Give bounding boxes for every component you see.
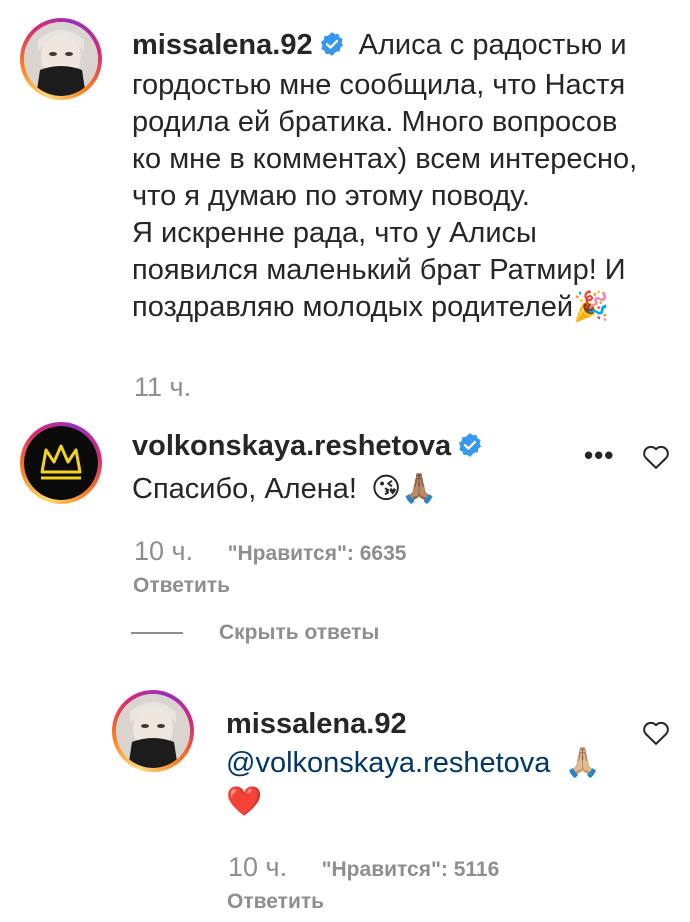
caption-line: появился маленький брат Ратмир! И xyxy=(132,254,626,286)
reply-heart-line: ❤️ xyxy=(226,784,626,821)
caption-line: Я искренне рада, что у Алисы xyxy=(132,217,537,249)
reply-emojis: 🙏🏼 xyxy=(564,747,601,779)
caption-line: поздравляю молодых родителей xyxy=(132,291,574,323)
post-caption: missalena.92 Алиса с радостью и гордость… xyxy=(132,27,672,326)
like-heart-icon[interactable] xyxy=(641,442,671,470)
hide-replies-divider xyxy=(131,632,183,634)
verified-badge-icon xyxy=(319,30,345,67)
reply-likes[interactable]: "Нравится": 5116 xyxy=(322,858,500,881)
reply-mention-link[interactable]: @volkonskaya.reshetova xyxy=(226,747,550,779)
caption-line: что я думаю по этому поводу. xyxy=(132,180,530,212)
comment: volkonskaya.reshetova Спасибо, Алена! 😘🙏… xyxy=(132,428,572,508)
crown-logo-icon xyxy=(24,426,98,500)
avatar-photo xyxy=(116,694,190,768)
more-options-icon[interactable]: ••• xyxy=(584,440,614,471)
reply-header: missalena.92 xyxy=(226,706,626,743)
red-heart-emoji: ❤️ xyxy=(226,786,263,818)
caption-username[interactable]: missalena.92 xyxy=(132,29,313,61)
reply: missalena.92 @volkonskaya.reshetova 🙏🏼 ❤… xyxy=(226,706,626,821)
caption-timestamp[interactable]: 11 ч. xyxy=(134,372,191,403)
reply-body: @volkonskaya.reshetova 🙏🏼 xyxy=(226,745,626,782)
comment-username[interactable]: volkonskaya.reshetova xyxy=(132,430,451,462)
comment-meta: 10 ч. "Нравится": 6635 xyxy=(134,536,406,567)
reply-meta: 10 ч. "Нравится": 5116 xyxy=(228,852,499,883)
verified-badge-icon xyxy=(457,431,483,468)
comment-reply-button[interactable]: Ответить xyxy=(133,574,230,598)
avatar-volkonskaya[interactable] xyxy=(20,422,102,504)
avatar-missalena[interactable] xyxy=(20,18,102,100)
comment-likes[interactable]: "Нравится": 6635 xyxy=(228,542,407,565)
caption-first-line: missalena.92 Алиса с радостью и xyxy=(132,27,672,67)
comment-timestamp[interactable]: 10 ч. xyxy=(134,536,193,566)
reply-username[interactable]: missalena.92 xyxy=(226,708,407,740)
caption-line: гордостью мне сообщила, что Настя xyxy=(132,69,626,101)
caption-line: ко мне в комментах) всем интересно, xyxy=(132,143,638,175)
comment-text: Спасибо, Алена! xyxy=(132,473,357,505)
like-heart-icon[interactable] xyxy=(641,718,671,746)
avatar-photo xyxy=(24,22,98,96)
party-popper-emoji: 🎉 xyxy=(573,291,610,323)
avatar-missalena-reply[interactable] xyxy=(112,690,194,772)
reply-timestamp[interactable]: 10 ч. xyxy=(228,852,287,882)
comment-header: volkonskaya.reshetova xyxy=(132,428,572,468)
caption-line: родила ей братика. Много вопросов xyxy=(132,106,618,138)
reply-reply-button[interactable]: Ответить xyxy=(227,890,324,914)
comment-emojis: 😘🙏🏽 xyxy=(370,473,438,505)
caption-line: Алиса с радостью и xyxy=(358,29,627,61)
hide-replies-button[interactable]: Скрыть ответы xyxy=(219,621,379,645)
comment-body: Спасибо, Алена! 😘🙏🏽 xyxy=(132,471,572,508)
caption-last-line: поздравляю молодых родителей🎉 xyxy=(132,289,672,326)
